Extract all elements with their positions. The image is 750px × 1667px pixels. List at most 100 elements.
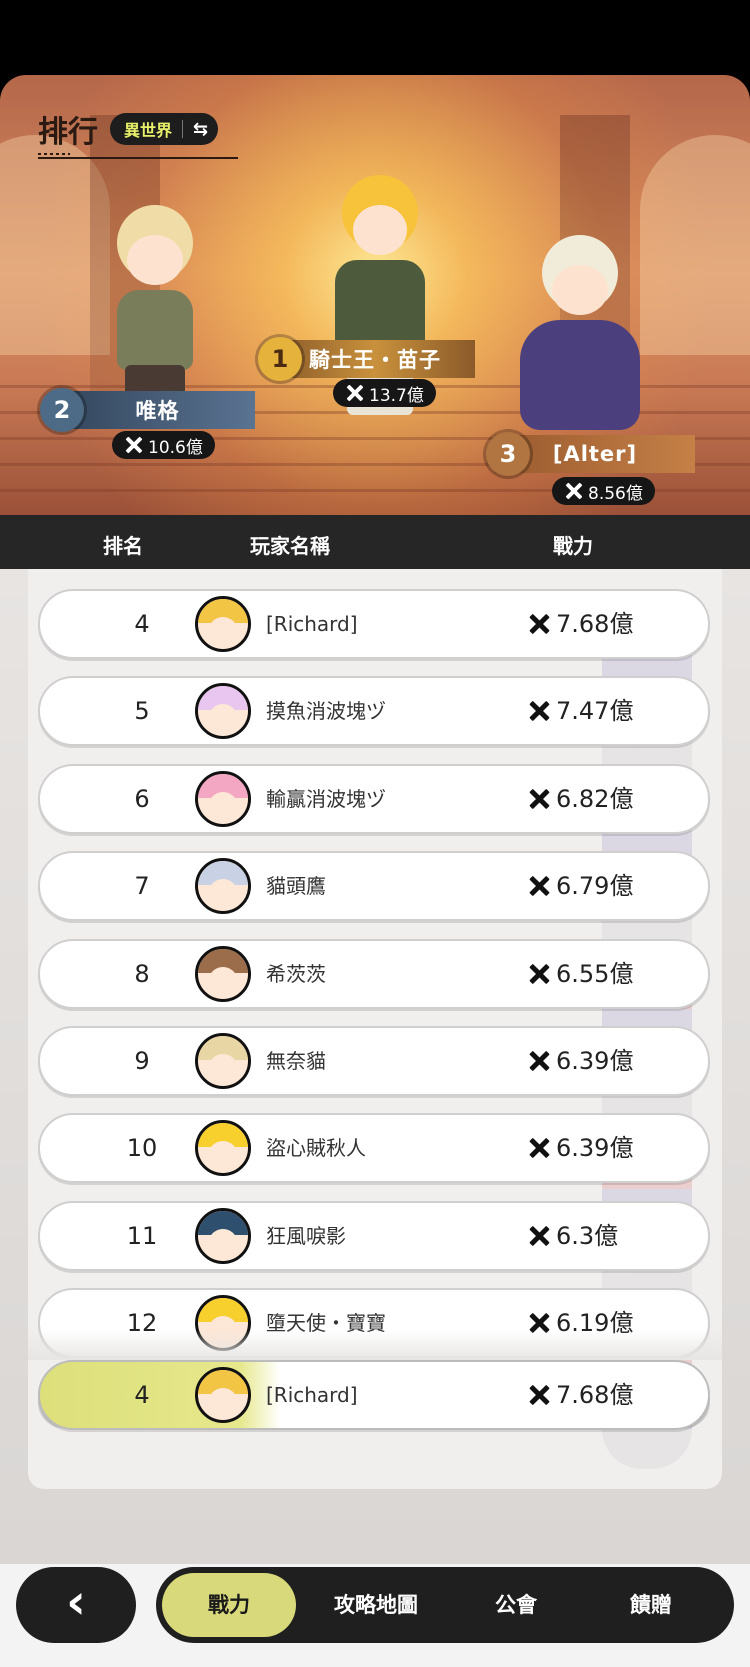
row-player-name: 摸魚消波塊ヅ xyxy=(266,699,386,723)
power-icon xyxy=(124,436,142,454)
power-icon xyxy=(528,875,550,897)
my-power-value: 7.68億 xyxy=(556,1381,634,1409)
avatar xyxy=(195,1367,251,1423)
my-power: 7.68億 xyxy=(528,1362,633,1428)
title-row: 排行 異世界 ⇆ xyxy=(38,107,219,151)
ranking-row[interactable]: 11 狂風唳影 6.3億 xyxy=(38,1201,710,1271)
avatar xyxy=(195,946,251,1002)
row-power: 6.55億 xyxy=(528,941,633,1007)
avatar xyxy=(195,683,251,739)
power-icon xyxy=(564,482,582,500)
row-power: 6.79億 xyxy=(528,853,633,919)
character-face xyxy=(552,265,608,315)
avatar-face xyxy=(209,1388,237,1414)
avatar-face xyxy=(209,617,237,643)
row-rank: 5 xyxy=(134,697,150,725)
row-power-value: 6.55億 xyxy=(556,960,634,988)
row-rank: 11 xyxy=(126,1222,158,1250)
bottom-tab-bar: 戰力 攻略地圖 公會 饋贈 xyxy=(156,1567,734,1643)
ranking-row[interactable]: 6 輸贏消波塊ヅ 6.82億 xyxy=(38,764,710,834)
ranking-row[interactable]: 10 盜心賊秋人 6.39億 xyxy=(38,1113,710,1183)
character-face xyxy=(127,235,183,285)
power-icon xyxy=(345,384,363,402)
tab-power[interactable]: 戰力 xyxy=(162,1573,296,1637)
arch-right xyxy=(640,135,750,355)
row-power-value: 7.68億 xyxy=(556,610,634,638)
tab-strategy-map[interactable]: 攻略地圖 xyxy=(301,1567,451,1643)
page-title: 排行 xyxy=(38,115,98,150)
list-fade xyxy=(28,1330,722,1360)
row-power-value: 6.39億 xyxy=(556,1134,634,1162)
rank3-power: 8.56億 xyxy=(552,477,655,505)
my-rank: 4 xyxy=(134,1381,150,1409)
tab-gift[interactable]: 饋贈 xyxy=(586,1567,716,1643)
row-player-name: 希茨茨 xyxy=(266,962,326,986)
power-icon xyxy=(528,788,550,810)
row-player-name: 輸贏消波塊ヅ xyxy=(266,787,386,811)
ranking-row[interactable]: 8 希茨茨 6.55億 xyxy=(38,939,710,1009)
avatar xyxy=(195,1033,251,1089)
power-icon xyxy=(528,613,550,635)
row-power-value: 6.79億 xyxy=(556,872,634,900)
avatar xyxy=(195,771,251,827)
ranking-row[interactable]: 9 無奈貓 6.39億 xyxy=(38,1026,710,1096)
row-rank: 10 xyxy=(126,1134,158,1162)
power-icon xyxy=(528,963,550,985)
row-power-value: 6.39億 xyxy=(556,1047,634,1075)
row-player-name: 狂風唳影 xyxy=(266,1224,346,1248)
power-icon xyxy=(528,1384,550,1406)
rank3-badge: 3 xyxy=(486,432,530,476)
row-power: 7.47億 xyxy=(528,678,633,744)
row-player-name: 無奈貓 xyxy=(266,1049,326,1073)
rank3-character[interactable] xyxy=(510,235,650,465)
swap-icon: ⇆ xyxy=(193,118,209,140)
avatar-face xyxy=(209,704,237,730)
rank1-badge: 1 xyxy=(258,337,302,381)
column-header: 排名 玩家名稱 戰力 xyxy=(0,515,750,569)
ranking-row[interactable]: 5 摸魚消波塊ヅ 7.47億 xyxy=(38,676,710,746)
rank2-power: 10.6億 xyxy=(112,431,215,459)
rank1-name-plate: 騎士王・苗子 xyxy=(275,340,475,378)
rank3-power-value: 8.56億 xyxy=(588,483,643,504)
avatar-face xyxy=(209,967,237,993)
avatar xyxy=(195,858,251,914)
world-label: 異世界 xyxy=(124,121,173,140)
rank1-power: 13.7億 xyxy=(333,379,436,407)
avatar xyxy=(195,596,251,652)
ranking-row[interactable]: 7 貓頭鷹 6.79億 xyxy=(38,851,710,921)
row-power: 7.68億 xyxy=(528,591,633,657)
tab-guild[interactable]: 公會 xyxy=(456,1567,576,1643)
character-face xyxy=(353,205,407,255)
back-button[interactable]: ‹ xyxy=(16,1567,136,1643)
chevron-left-icon: ‹ xyxy=(66,1574,86,1630)
avatar xyxy=(195,1208,251,1264)
row-power: 6.39億 xyxy=(528,1115,633,1181)
row-player-name: [Richard] xyxy=(266,612,358,636)
power-column-header: 戰力 xyxy=(553,534,593,558)
row-player-name: 盜心賊秋人 xyxy=(266,1136,366,1160)
rank2-name-plate: 唯格 xyxy=(60,391,255,429)
row-power-value: 7.47億 xyxy=(556,697,634,725)
row-rank: 7 xyxy=(134,872,150,900)
my-name: [Richard] xyxy=(266,1383,358,1407)
rank2-power-value: 10.6億 xyxy=(148,437,203,458)
row-power-value: 6.3億 xyxy=(556,1222,619,1250)
avatar-face xyxy=(209,792,237,818)
ranking-row[interactable]: 4 [Richard] 7.68億 xyxy=(38,589,710,659)
row-power-value: 6.82億 xyxy=(556,785,634,813)
avatar-face xyxy=(209,1054,237,1080)
rank-column-header: 排名 xyxy=(103,534,143,558)
avatar-face xyxy=(209,1141,237,1167)
power-icon xyxy=(528,1225,550,1247)
row-power: 6.3億 xyxy=(528,1203,618,1269)
avatar xyxy=(195,1120,251,1176)
power-icon xyxy=(528,700,550,722)
title-underline xyxy=(38,153,238,159)
podium-banner: 排行 異世界 ⇆ 騎士王・苗子 1 13.7億 唯格 2 10.6億 [Alte… xyxy=(0,75,750,515)
row-rank: 8 xyxy=(134,960,150,988)
player-column-header: 玩家名稱 xyxy=(250,534,330,558)
my-rank-row[interactable]: 4 [Richard] 7.68億 xyxy=(38,1360,710,1430)
world-switch-button[interactable]: 異世界 ⇆ xyxy=(110,113,219,145)
divider xyxy=(182,120,184,138)
avatar-face xyxy=(209,1229,237,1255)
